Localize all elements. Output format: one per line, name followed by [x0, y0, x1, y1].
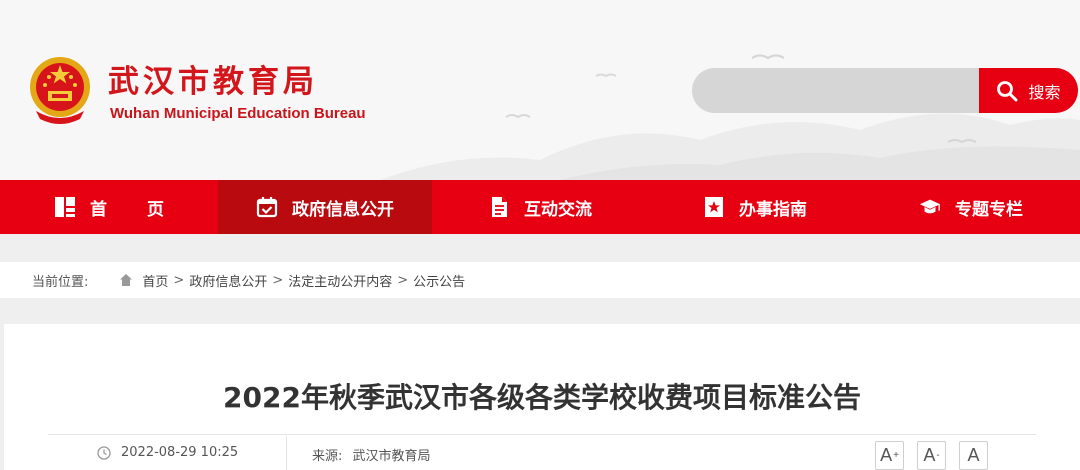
nav-item-gov-info[interactable]: 政府信息公开 — [218, 180, 432, 234]
meta-vertical-divider — [286, 436, 287, 470]
breadcrumb-separator: > — [397, 272, 409, 288]
search-button[interactable]: 搜索 — [979, 68, 1078, 113]
breadcrumb: 当前位置: 首页 > 政府信息公开 > 法定主动公开内容 > 公示公告 — [0, 262, 1080, 298]
nav-item-label: 办事指南 — [739, 199, 807, 220]
breadcrumb-announcements[interactable]: 公示公告 — [413, 271, 465, 290]
source-label: 来源: — [312, 449, 343, 464]
search-input[interactable] — [692, 68, 980, 113]
nav-item-guide[interactable]: 办事指南 — [648, 180, 862, 234]
home-icon — [120, 274, 133, 286]
article-title: 2022年秋季武汉市各级各类学校收费项目标准公告 — [223, 381, 861, 414]
home-grid-icon — [55, 197, 75, 217]
publish-date-value: 2022-08-29 10:25 — [121, 445, 239, 460]
font-size-default-button[interactable]: A — [959, 441, 988, 470]
nav-item-interaction[interactable]: 互动交流 — [432, 180, 648, 234]
national-emblem-icon — [30, 57, 90, 124]
breadcrumb-label: 当前位置: — [32, 274, 89, 290]
nav-item-label: 专题专栏 — [955, 199, 1023, 220]
font-size-increase-button[interactable]: A + — [875, 441, 904, 470]
font-size-letter: A — [880, 445, 893, 465]
source-value: 武汉市教育局 — [352, 449, 431, 464]
breadcrumb-statutory-content[interactable]: 法定主动公开内容 — [288, 271, 392, 290]
font-size-letter: A — [967, 445, 980, 465]
document-icon — [492, 197, 507, 217]
font-size-mark: - — [936, 450, 940, 461]
font-size-letter: A — [923, 445, 936, 465]
publish-date: 2022-08-29 10:25 — [97, 445, 238, 460]
nav-item-label: 首页 — [90, 199, 204, 220]
breadcrumb-home[interactable]: 首页 — [142, 271, 168, 290]
main-nav: 首页 政府信息公开 互动交流 办事指南 专题专栏 — [0, 180, 1080, 234]
breadcrumb-separator: > — [173, 272, 185, 288]
font-size-decrease-button[interactable]: A- — [917, 441, 946, 470]
article-source: 来源: 武汉市教育局 — [312, 445, 431, 464]
breadcrumb-separator: > — [272, 272, 284, 288]
search-button-label: 搜索 — [1028, 82, 1061, 102]
article-panel: 2022年秋季武汉市各级各类学校收费项目标准公告 2022-08-29 10:2… — [4, 324, 1080, 470]
nav-item-home[interactable]: 首页 — [0, 180, 218, 234]
font-size-mark: + — [893, 450, 899, 461]
site-header: 武汉市教育局 Wuhan Municipal Education Bureau … — [0, 0, 1080, 180]
site-title: 武汉市教育局 — [108, 64, 318, 100]
meta-divider-line — [48, 434, 1036, 435]
bookmark-star-icon — [705, 197, 723, 217]
graduation-cap-icon — [919, 199, 941, 214]
clock-icon — [97, 445, 111, 460]
nav-item-label: 政府信息公开 — [292, 199, 394, 220]
nav-item-label: 互动交流 — [524, 199, 592, 220]
search-icon — [997, 80, 1018, 101]
calendar-check-icon — [256, 197, 278, 218]
site-subtitle: Wuhan Municipal Education Bureau — [110, 105, 366, 122]
nav-item-topics[interactable]: 专题专栏 — [862, 180, 1080, 234]
breadcrumb-gov-info[interactable]: 政府信息公开 — [189, 271, 267, 290]
